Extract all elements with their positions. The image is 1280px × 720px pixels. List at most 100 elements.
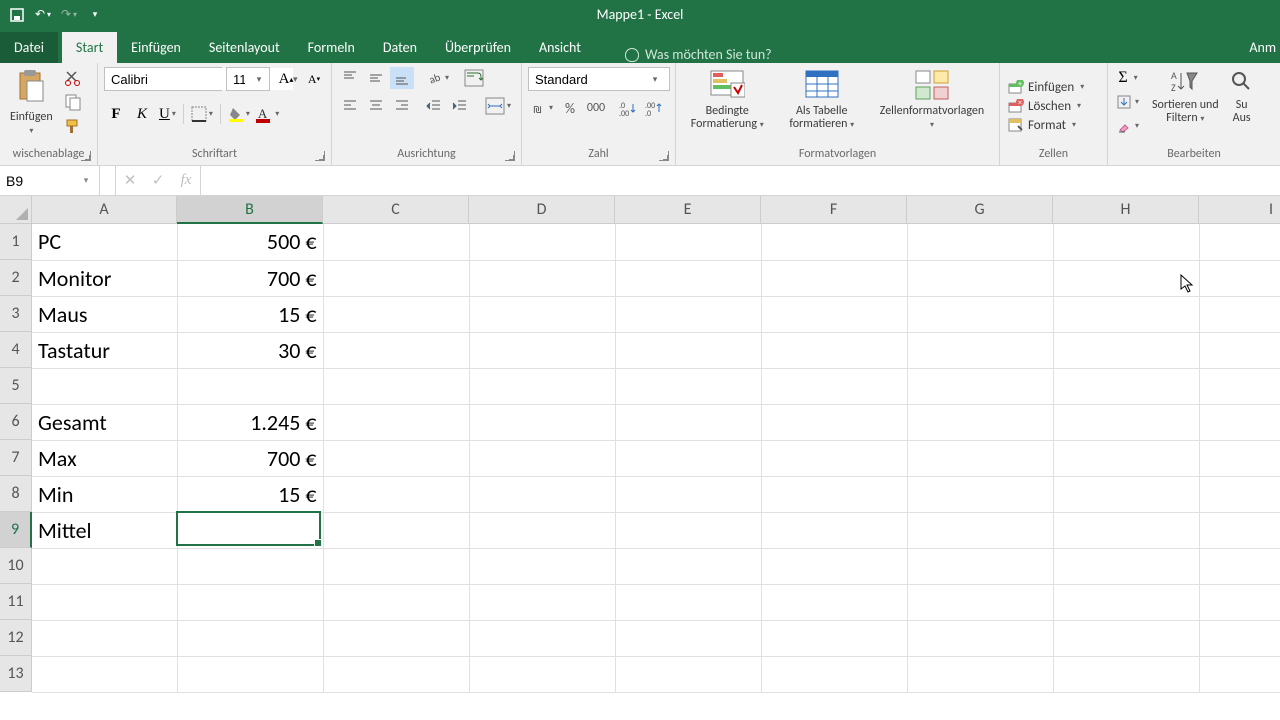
align-left-button[interactable] <box>338 95 362 117</box>
font-size-combo[interactable]: ▾ <box>226 67 270 91</box>
enter-formula-button[interactable]: ✓ <box>148 171 168 190</box>
cell-B5[interactable] <box>177 368 323 404</box>
clear-button[interactable]: ▾ <box>1114 115 1142 137</box>
cell-E6[interactable] <box>615 404 761 440</box>
cell-D8[interactable] <box>469 476 615 512</box>
cell-C3[interactable] <box>323 296 469 332</box>
cell-I4[interactable] <box>1199 332 1280 368</box>
cell-H7[interactable] <box>1053 440 1199 476</box>
cell-I8[interactable] <box>1199 476 1280 512</box>
orientation-button[interactable]: ab▾ <box>424 67 452 89</box>
tab-formulas[interactable]: Formeln <box>294 32 369 63</box>
font-color-button[interactable]: A▾ <box>255 103 282 125</box>
cell-D10[interactable] <box>469 548 615 584</box>
number-format-combo[interactable]: ▾ <box>528 67 670 91</box>
cell-E12[interactable] <box>615 620 761 656</box>
name-box[interactable]: ▾ <box>0 166 100 195</box>
cell-F5[interactable] <box>761 368 907 404</box>
cell-E5[interactable] <box>615 368 761 404</box>
insert-cells-button[interactable]: +Einfügen▾ <box>1006 79 1086 96</box>
name-box-input[interactable] <box>0 173 76 189</box>
cell-F3[interactable] <box>761 296 907 332</box>
cell-E13[interactable] <box>615 656 761 692</box>
cell-F8[interactable] <box>761 476 907 512</box>
copy-button[interactable] <box>61 91 85 113</box>
cell-I13[interactable] <box>1199 656 1280 692</box>
cell-H4[interactable] <box>1053 332 1199 368</box>
tab-data[interactable]: Daten <box>369 32 431 63</box>
cell-A2[interactable]: Monitor <box>32 260 177 296</box>
cell-D13[interactable] <box>469 656 615 692</box>
align-bottom-button[interactable] <box>390 67 414 89</box>
cell-F6[interactable] <box>761 404 907 440</box>
tab-file[interactable]: Datei <box>0 32 58 63</box>
cell-F7[interactable] <box>761 440 907 476</box>
cell-I3[interactable] <box>1199 296 1280 332</box>
cell-D11[interactable] <box>469 584 615 620</box>
decrease-decimal-button[interactable]: .00.0 <box>642 97 666 119</box>
cell-styles-button[interactable]: Zellenformatvorlagen▾ <box>876 67 988 133</box>
cell-A5[interactable] <box>32 368 177 404</box>
cell-D5[interactable] <box>469 368 615 404</box>
cell-A8[interactable]: Min <box>32 476 177 512</box>
select-all-button[interactable] <box>0 196 32 224</box>
cell-G5[interactable] <box>907 368 1053 404</box>
cell-B8[interactable]: 15 € <box>177 476 323 512</box>
cell-G9[interactable] <box>907 512 1053 548</box>
row-header-13[interactable]: 13 <box>0 656 32 692</box>
tab-view[interactable]: Ansicht <box>525 32 595 63</box>
fill-button[interactable]: ▾ <box>1114 91 1142 113</box>
cell-E4[interactable] <box>615 332 761 368</box>
tab-layout[interactable]: Seitenlayout <box>195 32 294 63</box>
cell-I11[interactable] <box>1199 584 1280 620</box>
cell-H13[interactable] <box>1053 656 1199 692</box>
row-header-4[interactable]: 4 <box>0 332 32 368</box>
row-header-3[interactable]: 3 <box>0 296 32 332</box>
cell-C5[interactable] <box>323 368 469 404</box>
cells[interactable]: PC500 €Monitor700 €Maus15 €Tastatur30 €G… <box>32 224 1280 693</box>
redo-icon[interactable]: ↷▾ <box>60 6 78 24</box>
cell-E3[interactable] <box>615 296 761 332</box>
cell-H10[interactable] <box>1053 548 1199 584</box>
cell-G13[interactable] <box>907 656 1053 692</box>
cell-B11[interactable] <box>177 584 323 620</box>
grow-font-button[interactable]: A▴ <box>274 68 298 90</box>
merge-button[interactable]: ▾ <box>482 95 514 117</box>
cell-H11[interactable] <box>1053 584 1199 620</box>
tab-home[interactable]: Start <box>62 32 117 63</box>
cell-C1[interactable] <box>323 224 469 260</box>
tab-review[interactable]: Überprüfen <box>431 32 525 63</box>
cell-B3[interactable]: 15 € <box>177 296 323 332</box>
column-header-G[interactable]: G <box>907 196 1053 224</box>
cell-A1[interactable]: PC <box>32 224 177 260</box>
row-header-8[interactable]: 8 <box>0 476 32 512</box>
format-as-table-button[interactable]: Als Tabelleformatieren ▾ <box>785 67 858 133</box>
cell-F12[interactable] <box>761 620 907 656</box>
cell-B12[interactable] <box>177 620 323 656</box>
cell-G10[interactable] <box>907 548 1053 584</box>
cell-A9[interactable]: Mittel <box>32 512 177 548</box>
cell-B4[interactable]: 30 € <box>177 332 323 368</box>
qat-customize-icon[interactable]: ▾ <box>86 6 104 24</box>
cell-C7[interactable] <box>323 440 469 476</box>
share-button[interactable]: Anm <box>1245 32 1280 63</box>
find-select-button[interactable]: SuAus <box>1229 67 1255 127</box>
insert-function-button[interactable]: fx <box>176 172 196 189</box>
cell-E1[interactable] <box>615 224 761 260</box>
shrink-font-button[interactable]: A▾ <box>302 68 326 90</box>
cell-C13[interactable] <box>323 656 469 692</box>
format-painter-button[interactable] <box>61 115 85 137</box>
clipboard-launcher[interactable] <box>81 151 91 161</box>
format-cells-button[interactable]: Format▾ <box>1006 117 1078 134</box>
save-icon[interactable] <box>8 6 26 24</box>
column-header-C[interactable]: C <box>323 196 469 224</box>
cell-B1[interactable]: 500 € <box>177 224 323 260</box>
cell-G1[interactable] <box>907 224 1053 260</box>
paste-button[interactable]: Einfügen▾ <box>6 67 57 139</box>
cell-A11[interactable] <box>32 584 177 620</box>
cell-A12[interactable] <box>32 620 177 656</box>
row-header-1[interactable]: 1 <box>0 224 32 260</box>
cell-D12[interactable] <box>469 620 615 656</box>
column-header-H[interactable]: H <box>1053 196 1199 224</box>
column-header-I[interactable]: I <box>1199 196 1280 224</box>
